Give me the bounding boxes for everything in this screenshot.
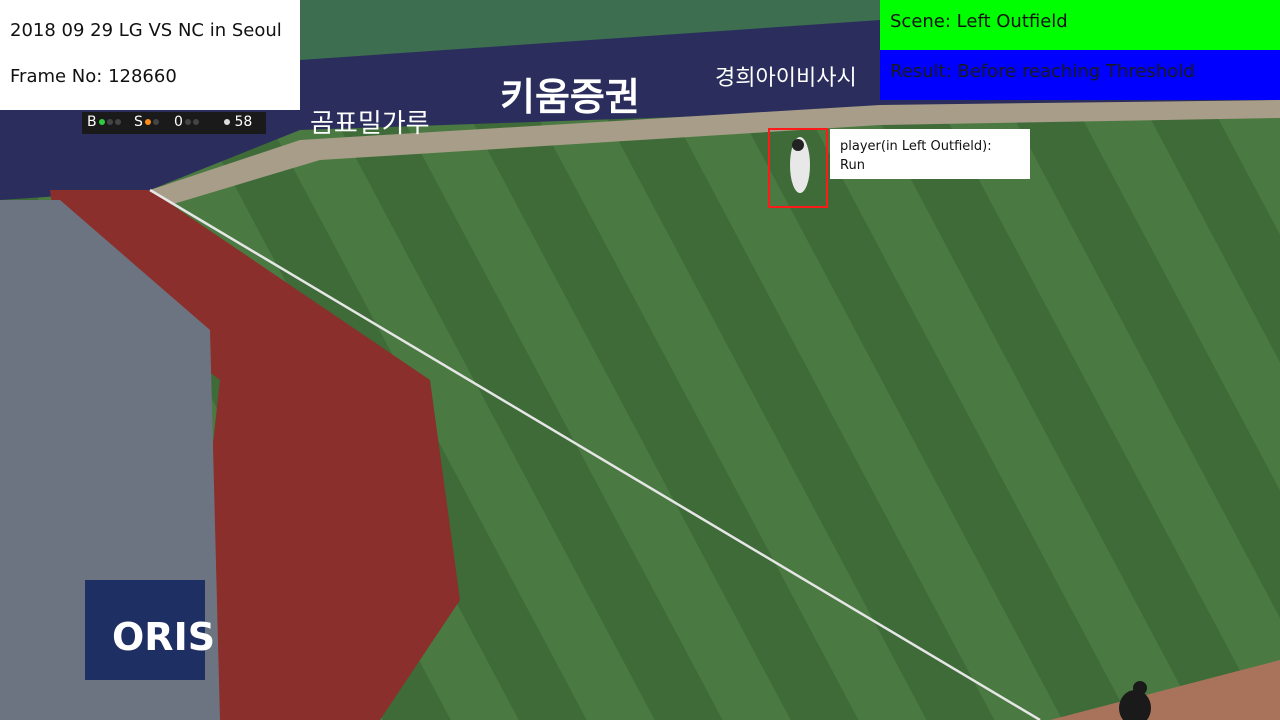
action-label-line2: Run xyxy=(840,158,865,173)
video-title: 2018 09 29 LG VS NC in Seoul xyxy=(10,20,282,41)
action-text: player(in Left Outfield): Run xyxy=(840,137,1025,175)
info-panel: 2018 09 29 LG VS NC in Seoul Frame No: 1… xyxy=(0,0,300,110)
ball-count: B xyxy=(87,114,121,130)
ad-kiwoom: 키움증권 xyxy=(500,75,640,119)
result-text: Result: Before reaching Threshold xyxy=(890,61,1195,82)
ad-gompyo: 곰표밀가루 xyxy=(310,109,430,139)
pitch-count: 58 xyxy=(222,114,252,130)
action-label-line1: player(in Left Outfield): xyxy=(840,139,992,154)
action-label: player(in Left Outfield): Run xyxy=(830,129,1030,179)
ad-kyunghee: 경희아이비사시 xyxy=(715,66,857,91)
out-count: 0 xyxy=(174,114,199,130)
player-bounding-box xyxy=(768,128,828,208)
ad-oris: ORIS xyxy=(112,615,215,659)
result-label: Result: Before reaching Threshold xyxy=(880,50,1280,100)
strike-count: S xyxy=(134,114,159,130)
scoreboard: B S 0 58 xyxy=(82,112,266,134)
scene-text: Scene: Left Outfield xyxy=(890,11,1068,32)
scene-label: Scene: Left Outfield xyxy=(880,0,1280,50)
frame-number: Frame No: 128660 xyxy=(10,66,177,87)
